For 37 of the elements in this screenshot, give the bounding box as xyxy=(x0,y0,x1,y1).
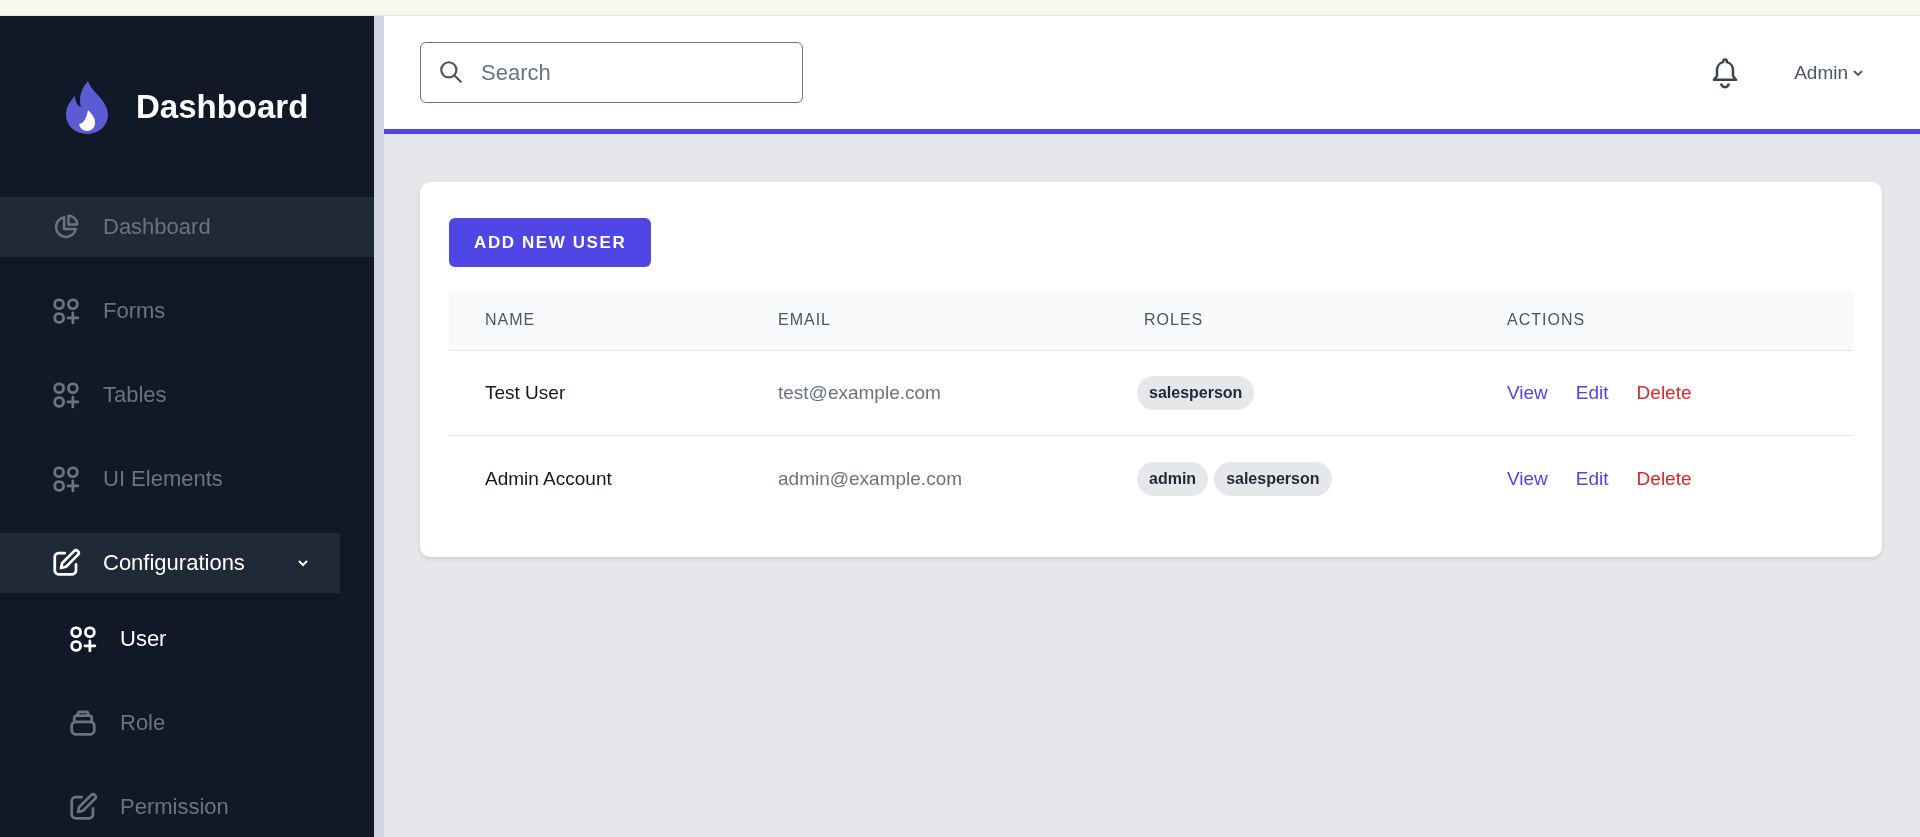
role-tag: salesperson xyxy=(1214,461,1332,496)
sidebar-item[interactable]: UI Elements xyxy=(0,449,374,509)
edit-square-icon xyxy=(51,548,81,578)
stack-icon xyxy=(68,708,98,738)
edit-square-icon xyxy=(68,792,98,822)
grid-plus-icon xyxy=(51,380,81,410)
edit-link[interactable]: Edit xyxy=(1575,467,1609,490)
sidebar-subitem[interactable]: Role xyxy=(0,701,374,745)
sidebar-item[interactable]: Tables xyxy=(0,365,374,425)
view-link[interactable]: View xyxy=(1507,467,1548,490)
column-header: NAME xyxy=(449,290,742,351)
column-header: ACTIONS xyxy=(1471,290,1853,351)
table-cell: test@example.com xyxy=(742,351,1108,436)
table-cell-text: Admin Account xyxy=(484,466,613,491)
edit-link[interactable]: Edit xyxy=(1575,382,1609,404)
sidebar-subitem[interactable]: User xyxy=(0,617,374,661)
app-title: Dashboard xyxy=(136,87,309,126)
grid-plus-icon xyxy=(51,464,81,494)
sidebar-item[interactable]: Configurations xyxy=(0,533,340,593)
sidebar-subitem[interactable]: Permission xyxy=(0,785,374,829)
delete-link[interactable]: Delete xyxy=(1636,382,1692,404)
add-user-button[interactable]: ADD NEW USER xyxy=(449,218,652,267)
search-icon xyxy=(438,59,464,85)
column-header: EMAIL xyxy=(742,290,1108,351)
table-cell-text: admin@example.com xyxy=(777,466,964,491)
table-cell: Test User xyxy=(449,351,742,436)
sidebar-item[interactable]: Forms xyxy=(0,281,374,341)
view-link[interactable]: View xyxy=(1507,382,1548,404)
grid-plus-icon xyxy=(51,296,81,326)
column-header: ROLES xyxy=(1108,290,1471,351)
user-menu[interactable]: Admin xyxy=(1794,61,1864,84)
role-tag: salesperson xyxy=(1137,376,1255,410)
search-field[interactable]: Search xyxy=(420,42,803,103)
delete-link[interactable]: Delete xyxy=(1636,467,1692,490)
grid-plus-icon xyxy=(68,624,98,654)
flame-logo-icon xyxy=(64,79,110,134)
role-tag: admin xyxy=(1137,461,1209,496)
